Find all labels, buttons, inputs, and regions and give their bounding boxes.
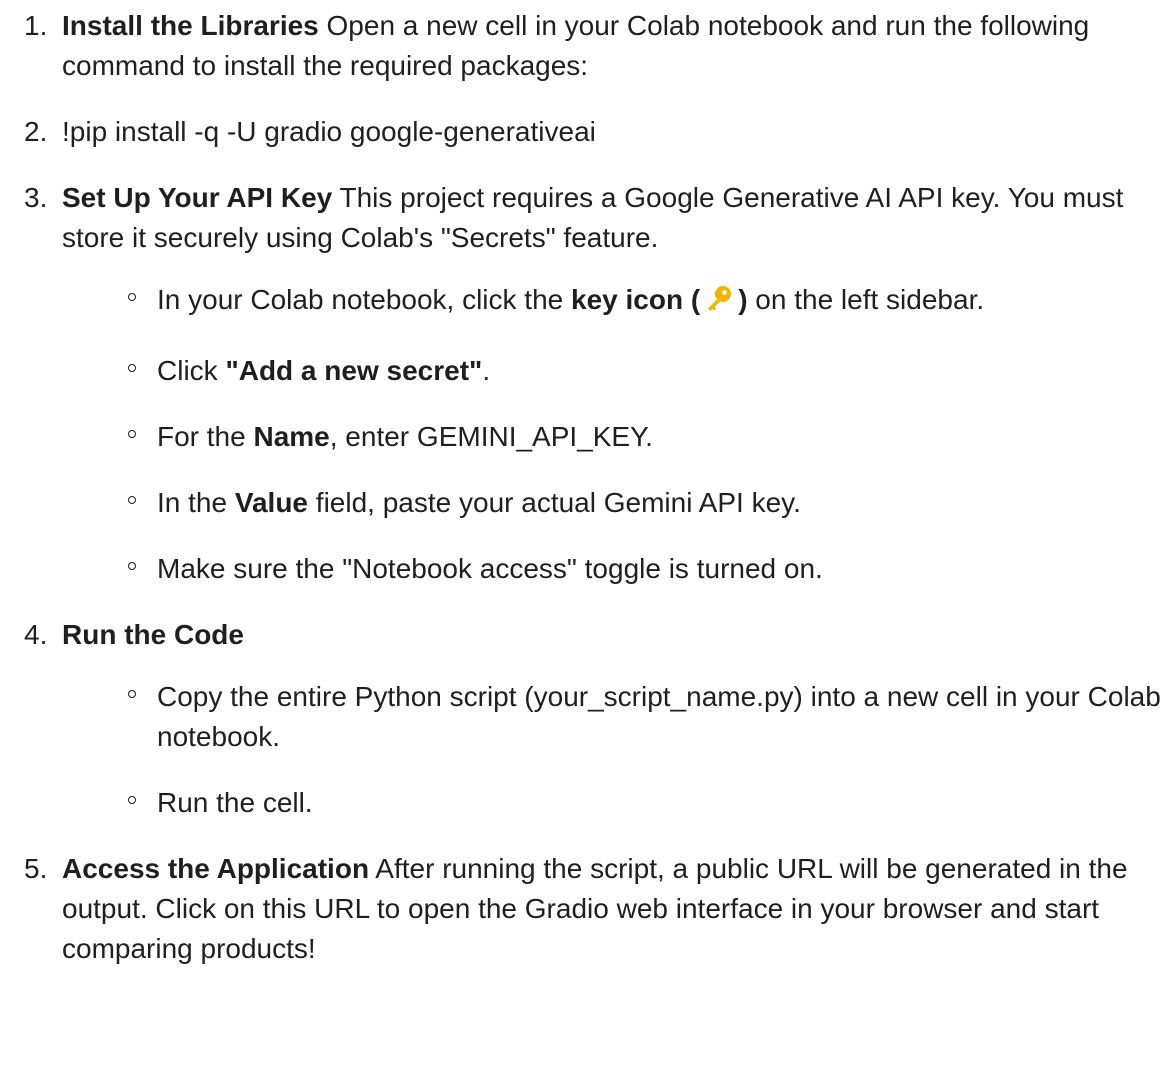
step-title: Set Up Your API Key: [62, 182, 333, 213]
step-run-the-code: 4. Run the Code: [0, 615, 1175, 655]
api-key-substeps: In your Colab notebook, click the key ic…: [0, 280, 1175, 589]
list-item-text: In the: [157, 487, 235, 518]
list-item: Run the cell.: [0, 783, 1175, 823]
step-number: 3.: [24, 182, 48, 213]
bullet-icon: [128, 796, 136, 804]
list-item-bold: "Add a new secret": [225, 355, 483, 386]
bullet-icon: [128, 293, 136, 301]
list-item-text: For the: [157, 421, 254, 452]
list-item-bold: Name: [253, 421, 330, 452]
step-set-up-api-key: 3. Set Up Your API Key This project requ…: [0, 178, 1175, 258]
list-item-text: Copy the entire Python script (your_scri…: [157, 681, 1161, 752]
step-access-application: 5. Access the Application After running …: [0, 849, 1175, 969]
list-item-text: .: [482, 355, 491, 386]
bullet-icon: [128, 364, 136, 372]
pip-command-text: !pip install -q -U gradio google-generat…: [62, 116, 596, 147]
key-icon-label: key icon (: [571, 284, 701, 315]
key-icon: [704, 284, 734, 325]
step-install-libraries: 1. Install the Libraries Open a new cell…: [0, 6, 1175, 86]
step-number: 4.: [24, 619, 48, 650]
list-item: For the Name, enter GEMINI_API_KEY.: [0, 417, 1175, 457]
step-number: 1.: [24, 10, 48, 41]
list-item-text: Make sure the "Notebook access" toggle i…: [157, 553, 823, 584]
step-number: 5.: [24, 853, 48, 884]
step-title: Access the Application: [62, 853, 370, 884]
step-title: Run the Code: [62, 619, 244, 650]
list-item-text: Click: [157, 355, 226, 386]
run-code-substeps: Copy the entire Python script (your_scri…: [0, 677, 1175, 823]
bullet-icon: [128, 430, 136, 438]
list-item-text: Run the cell.: [157, 787, 313, 818]
list-item-text: , enter GEMINI_API_KEY.: [329, 421, 653, 452]
step-number: 2.: [24, 116, 48, 147]
list-item: In the Value field, paste your actual Ge…: [0, 483, 1175, 523]
key-icon-label-close: ): [738, 284, 748, 315]
list-item-text: field, paste your actual Gemini API key.: [308, 487, 801, 518]
list-item: Copy the entire Python script (your_scri…: [0, 677, 1175, 757]
list-item-text: In your Colab notebook, click the: [157, 284, 572, 315]
step-pip-command: 2. !pip install -q -U gradio google-gene…: [0, 112, 1175, 152]
step-title: Install the Libraries: [62, 10, 319, 41]
instructions-document: 1. Install the Libraries Open a new cell…: [0, 0, 1175, 1070]
bullet-icon: [128, 562, 136, 570]
bullet-icon: [128, 496, 136, 504]
list-item: Click "Add a new secret".: [0, 351, 1175, 391]
list-item-text: on the left sidebar.: [747, 284, 985, 315]
list-item: Make sure the "Notebook access" toggle i…: [0, 549, 1175, 589]
list-item-bold: Value: [234, 487, 309, 518]
bullet-icon: [128, 690, 136, 698]
list-item: In your Colab notebook, click the key ic…: [0, 280, 1175, 325]
